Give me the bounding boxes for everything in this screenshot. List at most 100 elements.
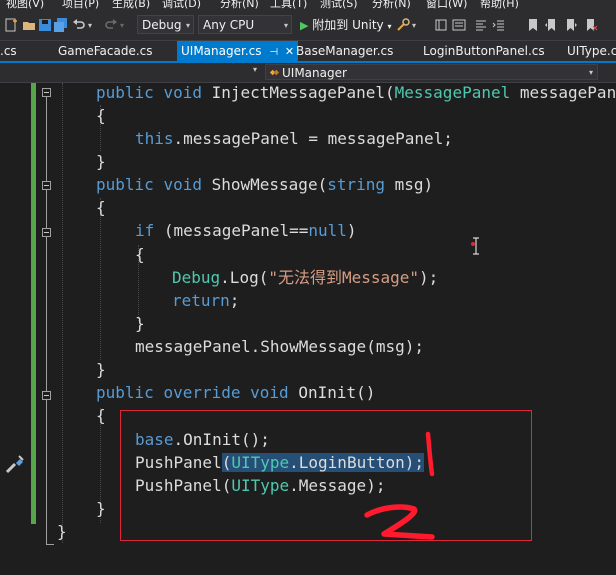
chevron-down-icon: ▾ — [588, 68, 593, 77]
tab-basemanager[interactable]: BaseManager.cs — [296, 41, 393, 61]
previous-bookmark-icon[interactable] — [544, 16, 558, 34]
code-token: void — [163, 83, 212, 102]
menu-item[interactable]: 生成(B) — [112, 0, 150, 10]
menu-item[interactable]: 窗口(W) — [426, 0, 467, 10]
tab-uitype[interactable]: UIType.cs — [567, 41, 616, 61]
code-line[interactable]: return; — [172, 289, 239, 312]
code-token: (messagePanel== — [154, 221, 309, 240]
close-icon[interactable]: ✕ — [285, 45, 294, 58]
tab-loginbuttonpanel[interactable]: LoginButtonPanel.cs — [423, 41, 545, 61]
code-token: } — [135, 314, 145, 333]
code-token: if — [135, 221, 155, 240]
code-token: } — [96, 360, 106, 379]
save-all-icon[interactable] — [54, 16, 68, 34]
code-token: { — [96, 406, 106, 425]
breakpoints-icon[interactable] — [452, 16, 466, 34]
pin-icon[interactable]: ⊣ — [269, 47, 278, 58]
menu-item[interactable]: 帮助(H) — [480, 0, 519, 10]
code-token: { — [96, 106, 106, 125]
code-token: ); — [419, 268, 439, 287]
undo-dropdown-icon[interactable]: ▾ — [88, 16, 92, 34]
code-token: } — [96, 499, 106, 518]
document-tabs: .cs GameFacade.cs UIManager.cs ⊣ ✕ BaseM… — [0, 41, 616, 61]
member-dropdown[interactable]: UIManager ▾ — [265, 64, 598, 80]
chevron-down-icon[interactable]: ▾ — [253, 65, 257, 74]
configuration-value: Debug — [142, 18, 182, 32]
platform-select[interactable]: Any CPU ▾ — [198, 15, 292, 34]
menu-item[interactable]: 工具(T) — [270, 0, 307, 10]
tab-label: BaseManager.cs — [296, 44, 394, 58]
menu-item[interactable]: 分析(N) — [372, 0, 411, 10]
configuration-select[interactable]: Debug ▾ — [137, 15, 194, 34]
code-token: this — [135, 129, 174, 148]
code-token: .messagePanel = messagePanel; — [173, 129, 453, 148]
handwritten-number-one — [425, 431, 435, 477]
bookmark-icon[interactable] — [526, 16, 540, 34]
tab-uimanager[interactable]: UIManager.cs ⊣ ✕ — [177, 41, 299, 61]
redo-dropdown-icon[interactable]: ▾ — [120, 16, 124, 34]
code-line[interactable]: } — [135, 312, 145, 335]
code-line[interactable]: if (messagePanel==null) — [135, 219, 357, 242]
tab-label: GameFacade.cs — [58, 44, 153, 58]
code-token: ; — [229, 291, 240, 310]
annotation-red-box — [120, 410, 532, 541]
handwritten-number-two — [364, 504, 435, 540]
menu-item[interactable]: 测试(S) — [320, 0, 358, 10]
code-line[interactable]: messagePanel.ShowMessage(msg); — [135, 335, 424, 358]
new-project-icon[interactable] — [4, 16, 18, 34]
code-token: string — [327, 175, 385, 194]
menu-item[interactable]: 项目(P) — [62, 0, 99, 10]
code-line[interactable]: { — [96, 196, 106, 219]
code-line[interactable]: { — [135, 243, 145, 266]
debug-tool-dropdown-icon[interactable]: ▾ — [412, 16, 416, 34]
tab-label: UIType.cs — [567, 44, 616, 58]
tab-gamefacade[interactable]: GameFacade.cs — [58, 41, 153, 61]
code-line[interactable]: public override void OnInit() — [96, 381, 375, 404]
code-line[interactable]: { — [96, 404, 106, 427]
clear-bookmarks-icon[interactable] — [584, 16, 598, 34]
code-token: msg) — [385, 175, 434, 194]
save-icon[interactable] — [38, 16, 52, 34]
debug-tool-icon[interactable] — [396, 16, 410, 34]
code-token: public — [96, 383, 164, 402]
redo-icon[interactable] — [104, 16, 118, 34]
code-line[interactable]: } — [57, 520, 67, 543]
indent-icon[interactable] — [492, 16, 506, 34]
code-line[interactable]: this.messagePanel = messagePanel; — [135, 127, 453, 150]
open-folder-icon[interactable] — [22, 16, 36, 34]
chevron-down-icon: ▾ — [185, 21, 190, 30]
quick-actions-screwdriver-icon[interactable] — [4, 453, 26, 475]
play-icon: ▶ — [300, 19, 309, 32]
code-token: void — [163, 175, 212, 194]
toolbar: ▾ ▾ Debug ▾ Any CPU ▾ ▶ 附加到 Unity ▾ ▾ — [0, 10, 616, 41]
tab-label: UIManager.cs — [181, 44, 262, 58]
chevron-down-icon: ▾ — [283, 21, 288, 30]
code-line[interactable]: public void InjectMessagePanel(MessagePa… — [96, 81, 616, 104]
next-bookmark-icon[interactable] — [564, 16, 578, 34]
step-over-icon[interactable] — [434, 16, 448, 34]
menu-item[interactable]: 视图(V) — [6, 0, 44, 10]
code-line[interactable]: } — [96, 358, 106, 381]
menu-bar: 视图(V) 项目(P) 生成(B) 调试(D) 分析(N) 工具(T) 测试(S) 分析(N)… — [0, 0, 616, 10]
code-token: { — [96, 198, 106, 217]
code-line[interactable]: { — [96, 104, 106, 127]
code-editor[interactable]: public void InjectMessagePanel(MessagePa… — [0, 83, 616, 575]
code-token: ) — [346, 221, 357, 240]
menu-item[interactable]: 调试(D) — [162, 0, 201, 10]
undo-icon[interactable] — [72, 16, 86, 34]
platform-value: Any CPU — [203, 18, 255, 32]
code-line[interactable]: } — [96, 150, 106, 173]
code-token: override — [163, 383, 251, 402]
code-line[interactable]: public void ShowMessage(string msg) — [96, 173, 433, 196]
attach-label: 附加到 Unity — [312, 18, 384, 32]
code-line[interactable]: } — [96, 497, 106, 520]
menu-item[interactable]: 分析(N) — [220, 0, 259, 10]
align-icon[interactable] — [474, 16, 488, 34]
code-token: public — [96, 83, 164, 102]
code-line[interactable]: Debug.Log("无法得到Message"); — [172, 266, 438, 289]
code-token: null — [308, 221, 347, 240]
tab-previous-file[interactable]: .cs — [0, 41, 17, 61]
code-token: .Log( — [220, 268, 269, 287]
code-token: MessagePanel — [394, 83, 511, 102]
attach-to-unity-button[interactable]: ▶ 附加到 Unity ▾ — [300, 16, 392, 34]
